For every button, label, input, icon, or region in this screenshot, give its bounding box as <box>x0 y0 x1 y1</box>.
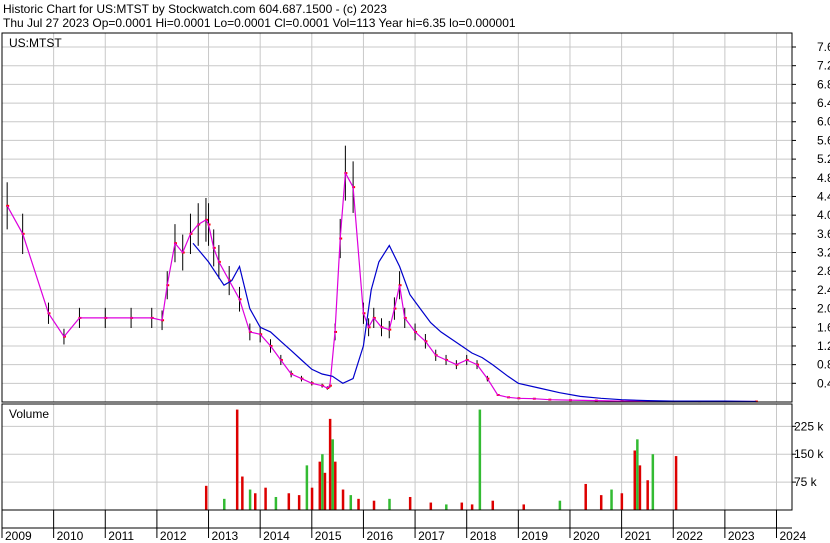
volume-bar <box>584 483 587 510</box>
volume-bar <box>638 465 642 510</box>
volume-bar <box>274 496 278 510</box>
volume-bar <box>331 439 334 510</box>
price-y-tick-label: 7.20 <box>817 59 830 73</box>
moving-average-long-line <box>192 242 756 403</box>
x-tick-label: 2021 <box>625 529 652 543</box>
price-y-tick-label: 4.40 <box>817 189 830 203</box>
volume-bar <box>357 498 360 510</box>
price-y-tick-label: 6.80 <box>817 77 830 91</box>
x-tick-label: 2019 <box>521 529 548 543</box>
volume-bar <box>372 500 376 510</box>
x-tick-label: 2009 <box>5 529 32 543</box>
volume-bar <box>651 454 655 510</box>
price-y-tick-label: 2.00 <box>817 302 830 316</box>
volume-bar <box>297 495 301 510</box>
chart-canvas: 7.60 7.20 6.80 6.40 6.00 5.60 5.20 4.80 4.40 4.00… <box>1 32 830 543</box>
volume-bar <box>223 498 226 510</box>
x-tick-label: 2023 <box>728 529 755 543</box>
volume-panel-title: Volume <box>9 407 49 421</box>
x-tick-label: 2016 <box>366 529 393 543</box>
volume-bar <box>599 495 603 510</box>
volume-bar <box>321 454 324 510</box>
volume-bar <box>429 502 433 510</box>
volume-bar <box>235 409 239 510</box>
price-y-tick-label: 2.40 <box>817 283 830 297</box>
price-y-tick-label: 2.80 <box>817 264 830 278</box>
price-y-tick-label: 5.20 <box>817 152 830 166</box>
x-tick-label: 2018 <box>470 529 497 543</box>
price-y-tick-label: 1.20 <box>817 339 830 353</box>
price-y-tick-label: 5.60 <box>817 133 830 147</box>
volume-bar <box>674 456 678 510</box>
volume-bar <box>323 472 327 510</box>
volume-bar <box>248 489 252 510</box>
volume-bar <box>349 495 353 510</box>
volume-bar <box>328 418 332 510</box>
x-tick-label: 2014 <box>263 529 290 543</box>
x-tick-label: 2024 <box>780 529 807 543</box>
price-y-tick-label: 4.00 <box>817 208 830 222</box>
x-tick-label: 2012 <box>160 529 187 543</box>
volume-bar <box>646 480 649 510</box>
x-tick-label: 2015 <box>315 529 342 543</box>
volume-bar <box>636 439 639 510</box>
x-tick-label: 2022 <box>676 529 703 543</box>
price-y-tick-label: 6.40 <box>817 96 830 110</box>
x-tick-label: 2013 <box>212 529 239 543</box>
volume-bar <box>491 500 495 510</box>
volume-bar <box>408 496 412 510</box>
volume-bar <box>620 493 624 510</box>
stock-chart: Historic Chart for US:MTST by Stockwatch… <box>0 0 830 543</box>
volume-bar <box>310 487 314 510</box>
price-y-tick-label: 6.00 <box>817 115 830 129</box>
price-y-tick-label: 0.40 <box>817 376 830 390</box>
volume-bar <box>610 489 613 510</box>
volume-bar <box>305 465 309 510</box>
volume-bar <box>460 502 464 510</box>
volume-bar <box>445 504 448 510</box>
x-tick-label: 2010 <box>57 529 84 543</box>
volume-y-tick-label: 75 k <box>794 475 818 489</box>
volume-bar <box>334 461 337 510</box>
volume-bar <box>204 485 208 510</box>
volume-bar <box>241 476 244 510</box>
price-y-tick-label: 3.60 <box>817 227 830 241</box>
price-y-tick-label: 3.20 <box>817 246 830 260</box>
price-y-tick-label: 4.80 <box>817 171 830 185</box>
volume-bar <box>633 450 637 510</box>
volume-bar <box>522 504 526 510</box>
volume-bar <box>470 504 474 510</box>
price-y-tick-label: 7.60 <box>817 40 830 54</box>
volume-bar <box>478 409 482 510</box>
x-tick-label: 2017 <box>418 529 445 543</box>
volume-bar <box>388 498 391 510</box>
volume-bar <box>341 489 345 510</box>
price-y-tick-label: 1.60 <box>817 320 830 334</box>
price-panel-title: US:MTST <box>9 36 62 50</box>
price-y-tick-label: 0.80 <box>817 358 830 372</box>
volume-bar <box>287 493 291 510</box>
volume-bar <box>558 500 562 510</box>
moving-average-short-line <box>6 171 756 403</box>
volume-y-tick-label: 225 k <box>794 419 824 433</box>
x-tick-label: 2011 <box>108 529 134 543</box>
volume-bar <box>254 493 257 510</box>
volume-bar <box>318 461 322 510</box>
x-tick-label: 2020 <box>573 529 600 543</box>
volume-bar <box>264 487 267 510</box>
volume-y-tick-label: 150 k <box>794 447 824 461</box>
